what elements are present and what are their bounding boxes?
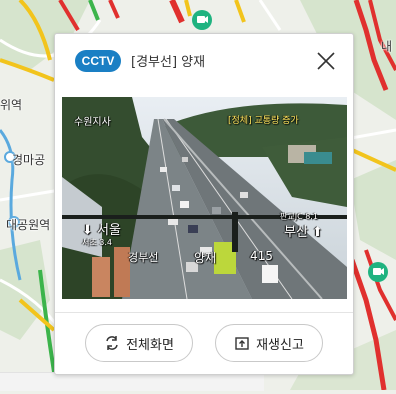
cctv-video[interactable]: 수원지사 [정체] 교통량 증가 ⬇ 서울 서초 3.4 경부선 양재 415 …: [62, 97, 347, 299]
sign-left-label: 서울: [97, 223, 121, 238]
map-label: 위역: [0, 98, 23, 112]
cctv-marker-icon[interactable]: [190, 8, 214, 32]
popup-header: CCTV [경부선] 양재: [55, 34, 353, 90]
sign-center-num: 415: [250, 249, 273, 263]
sign-left-sub: 서초 3.4: [82, 238, 112, 247]
divider: [55, 312, 353, 313]
map-label: 내: [379, 40, 393, 52]
down-arrow-icon: ⬇: [82, 223, 98, 238]
cctv-marker-icon[interactable]: [366, 260, 390, 284]
report-button[interactable]: 재생신고: [215, 324, 323, 362]
map-label: 경마공: [12, 153, 46, 167]
cctv-popup: CCTV [경부선] 양재 수원지사 [정체] 교통량 증가 ⬇ 서울 서초 3…: [54, 33, 354, 375]
overlay-notice: [정체] 교통량 증가: [228, 116, 299, 126]
fullscreen-button[interactable]: 전체화면: [85, 324, 193, 362]
sign-center-name: 양재: [194, 251, 217, 265]
map-label: 대공원역: [6, 218, 51, 232]
sign-right-label: 부산: [284, 225, 308, 240]
cctv-badge: CCTV: [75, 50, 121, 72]
overlay-location: 수원지사: [74, 117, 111, 128]
popup-title: [경부선] 양재: [131, 55, 206, 70]
upload-box-icon: [235, 337, 249, 350]
sign-right: 부산 ⬆: [284, 221, 323, 240]
report-label: 재생신고: [256, 337, 304, 353]
fullscreen-label: 전체화면: [126, 337, 174, 353]
up-arrow-icon: ⬆: [307, 225, 323, 240]
refresh-arrows-icon: [106, 336, 118, 350]
sign-left: ⬇ 서울: [82, 219, 121, 238]
sign-center-route: 경부선: [128, 251, 159, 264]
close-icon[interactable]: [313, 48, 339, 74]
